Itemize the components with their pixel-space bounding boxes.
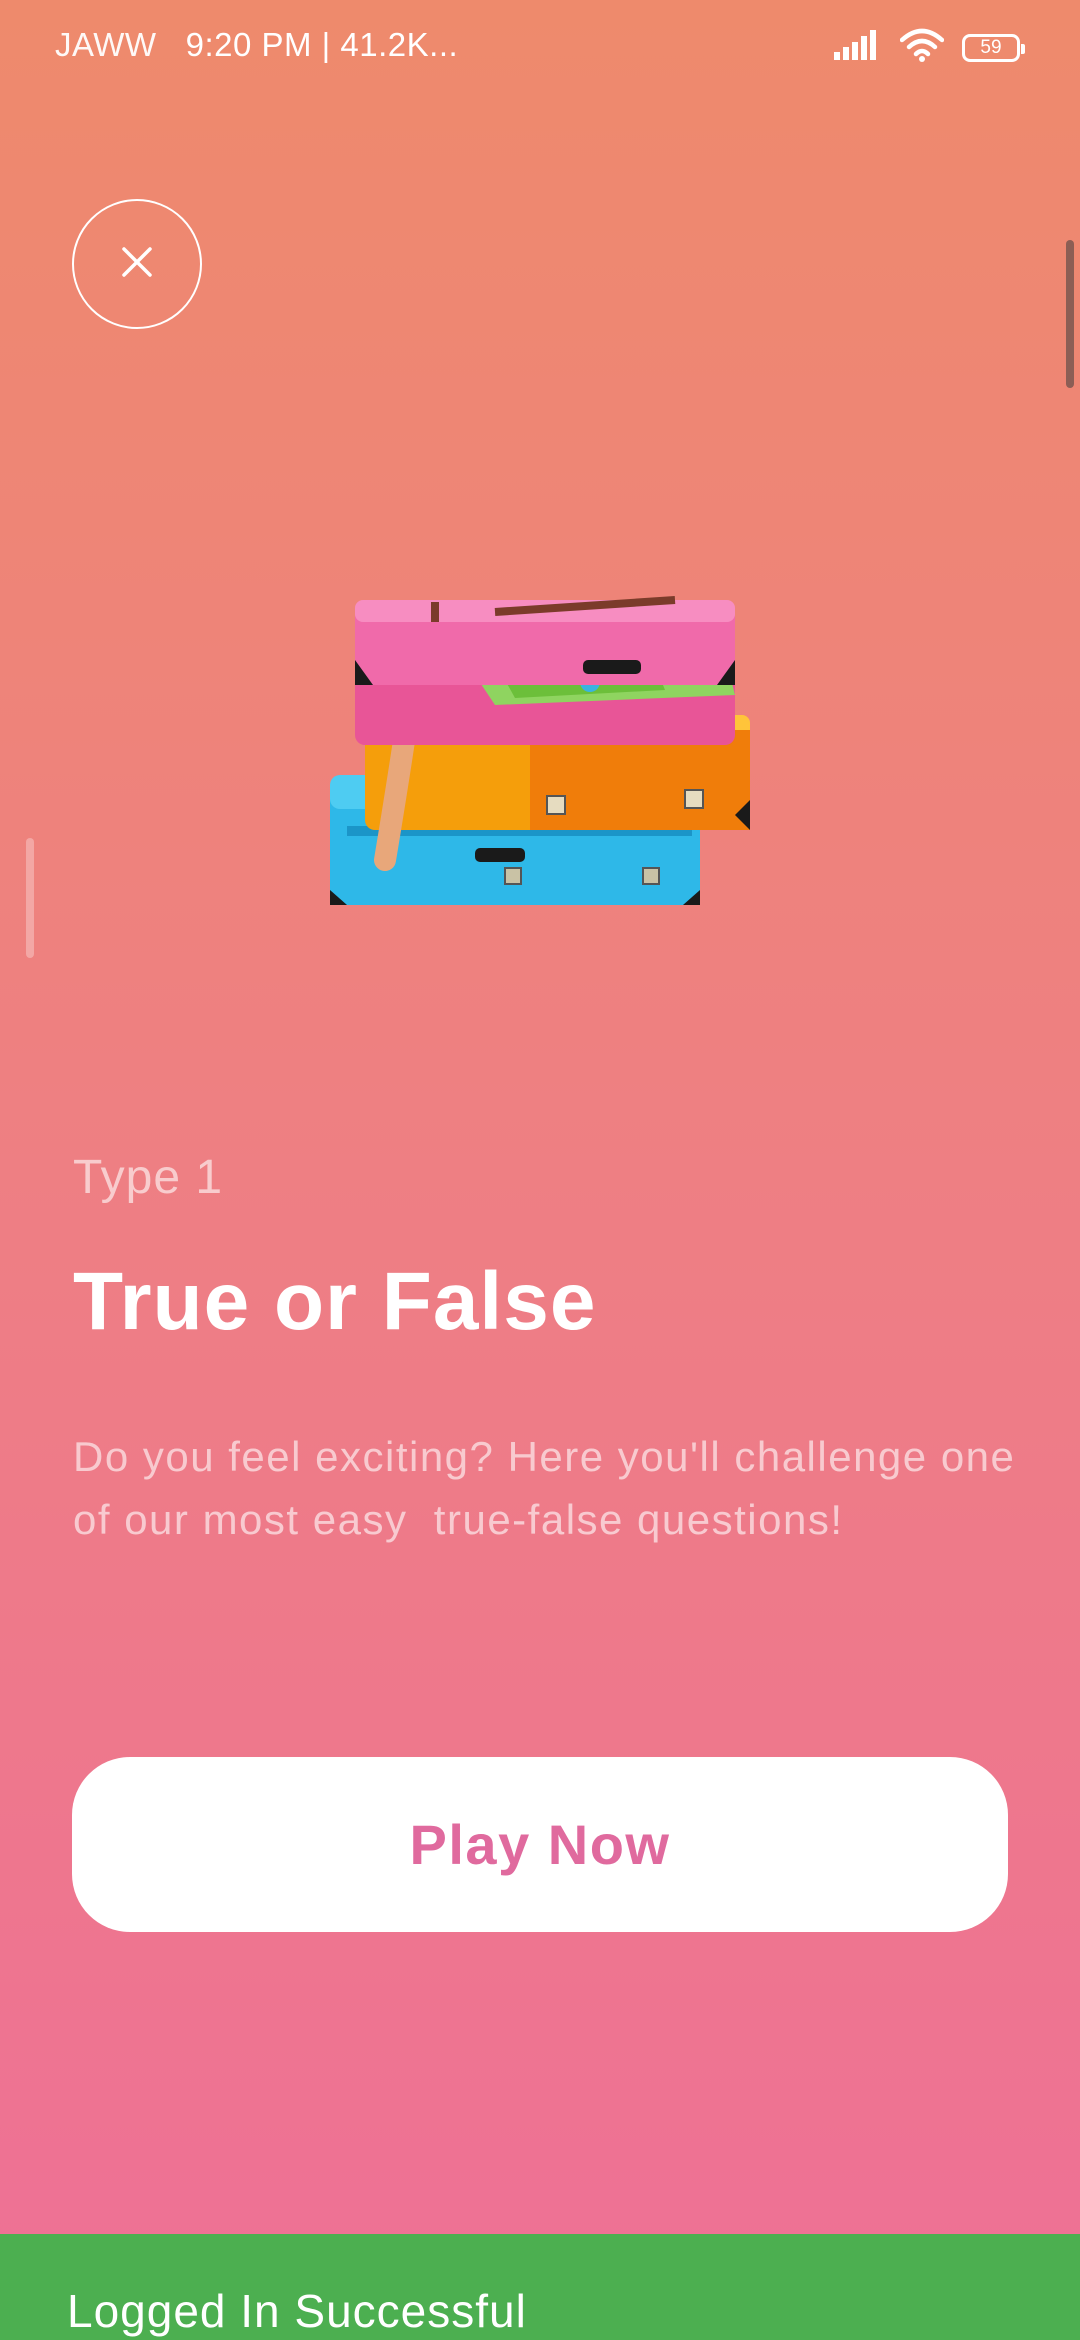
status-time: 9:20 PM | 41.2K... xyxy=(185,26,459,63)
stacked-suitcases-illustration xyxy=(325,590,755,930)
status-left: JAWW 9:20 PM | 41.2K... xyxy=(55,26,458,64)
play-now-button[interactable]: Play Now xyxy=(72,1757,1008,1932)
play-now-label: Play Now xyxy=(409,1813,671,1876)
quiz-description: Do you feel exciting? Here you'll challe… xyxy=(73,1433,1029,1543)
login-snackbar: Logged In Successful xyxy=(0,2234,1080,2340)
status-bar: JAWW 9:20 PM | 41.2K... 59 xyxy=(0,0,1080,96)
status-right: 59 xyxy=(834,28,1025,67)
close-icon xyxy=(120,245,154,284)
carrier-fade xyxy=(166,26,176,63)
page-scroll-indicator xyxy=(26,838,34,958)
carrier-name: JAWW xyxy=(55,26,157,63)
wifi-icon xyxy=(899,28,945,67)
quiz-title: True or False xyxy=(73,1256,597,1347)
quiz-intro-screen: JAWW 9:20 PM | 41.2K... 59 Type 1 True o… xyxy=(0,0,1080,2340)
vertical-scrollbar[interactable] xyxy=(1066,240,1074,388)
battery-icon: 59 xyxy=(962,33,1025,62)
quiz-type-label: Type 1 xyxy=(73,1151,224,1204)
snackbar-message: Logged In Successful xyxy=(67,2285,527,2337)
close-button[interactable] xyxy=(72,199,202,329)
signal-icon xyxy=(834,30,882,65)
battery-level: 59 xyxy=(980,36,1002,58)
